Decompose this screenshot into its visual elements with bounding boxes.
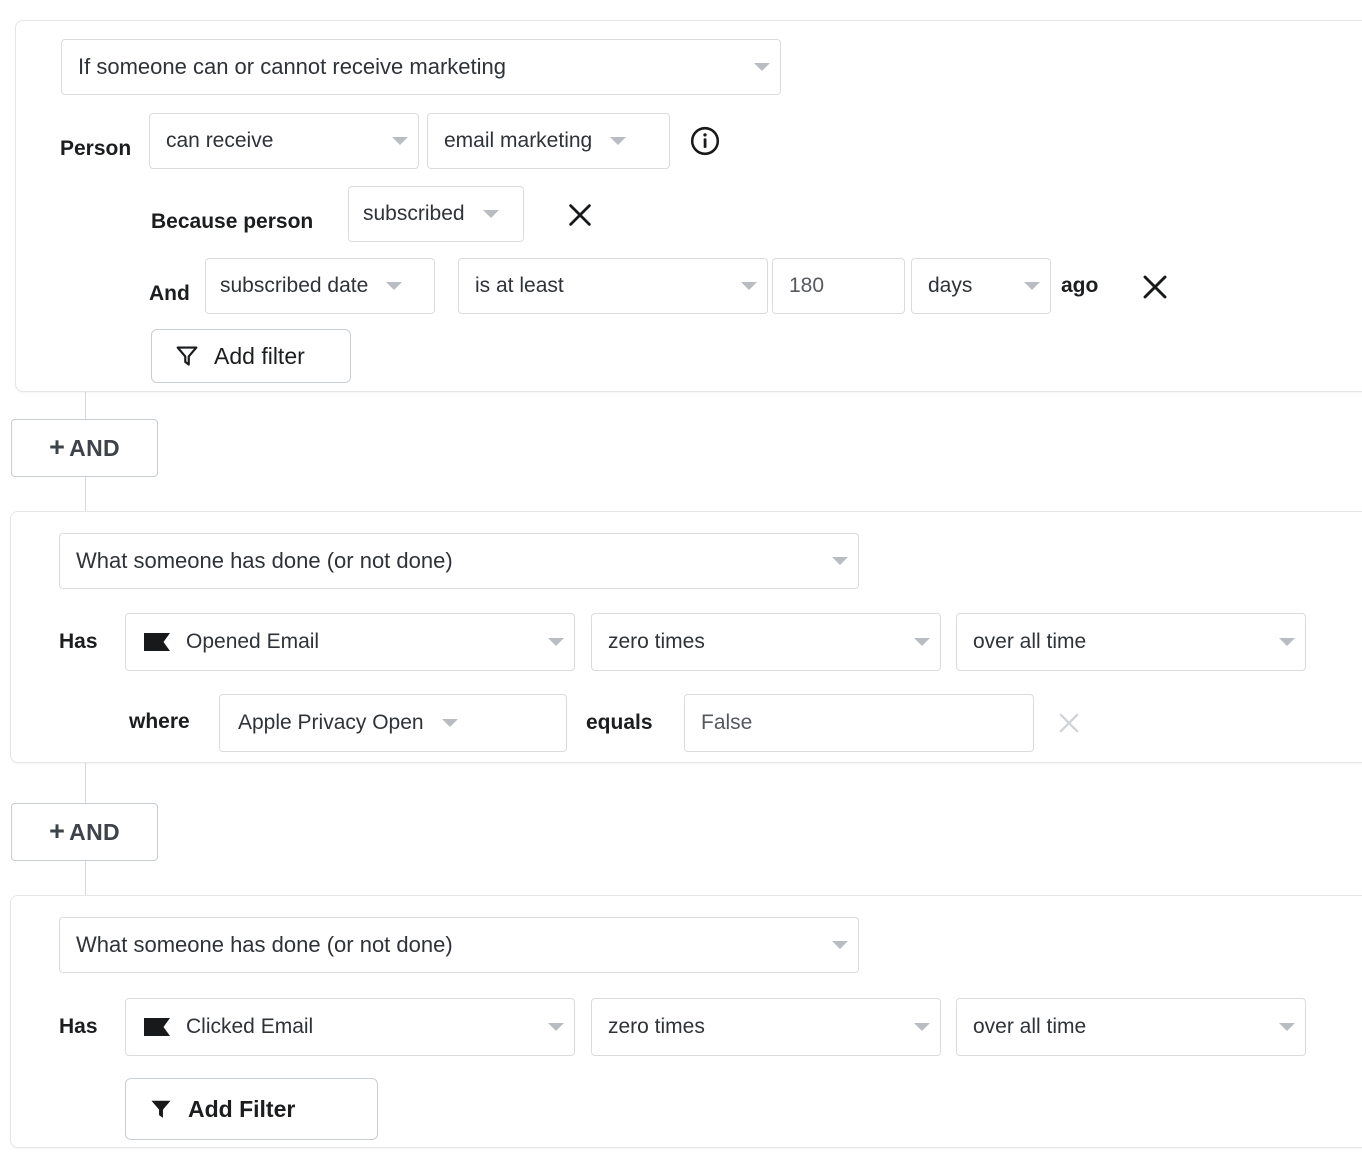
remove-because-person-button[interactable] [564, 199, 596, 231]
plus-icon: + [49, 434, 65, 461]
chevron-down-icon [382, 137, 408, 145]
chevron-down-icon [822, 557, 848, 565]
chevron-down-icon [822, 941, 848, 949]
metric-select-clicked-email-value: Clicked Email [186, 1015, 313, 1039]
group-type-select-1[interactable]: If someone can or cannot receive marketi… [61, 39, 781, 95]
row-label-has-2: Has [59, 999, 98, 1055]
filter-property-value: Apple Privacy Open [238, 711, 424, 735]
date-unit-select[interactable]: days [911, 258, 1051, 314]
frequency-select-2-value: zero times [608, 1015, 705, 1039]
row-label-because-person: Because person [151, 194, 313, 250]
date-amount-value: 180 [789, 274, 824, 298]
date-suffix-ago: ago [1061, 258, 1098, 314]
date-operator-value: is at least [475, 274, 564, 298]
chevron-down-icon [731, 282, 757, 290]
condition-group-card-3: What someone has done (or not done) Has … [10, 895, 1362, 1148]
timeframe-select-1-value: over all time [973, 630, 1086, 654]
chevron-down-icon [538, 1023, 564, 1031]
add-and-group-button-2-label: AND [69, 819, 120, 846]
frequency-select-1-value: zero times [608, 630, 705, 654]
add-and-group-button-1[interactable]: + AND [11, 419, 158, 477]
person-channel-select[interactable]: email marketing [427, 113, 670, 169]
subscribed-date-select[interactable]: subscribed date [205, 258, 435, 314]
date-amount-input[interactable]: 180 [772, 258, 905, 314]
segment-builder-canvas: If someone can or cannot receive marketi… [0, 0, 1362, 1168]
add-and-group-button-2[interactable]: + AND [11, 803, 158, 861]
timeframe-select-2[interactable]: over all time [956, 998, 1306, 1056]
filter-value-input-value: False [701, 711, 752, 735]
frequency-select-1[interactable]: zero times [591, 613, 941, 671]
flag-metric-icon [142, 1014, 172, 1040]
timeframe-select-1[interactable]: over all time [956, 613, 1306, 671]
chevron-down-icon [600, 137, 626, 145]
row-label-where: where [129, 694, 190, 750]
because-person-value: subscribed [363, 202, 465, 226]
chevron-down-icon [1269, 638, 1295, 646]
remove-where-filter-button[interactable] [1054, 708, 1084, 738]
row-label-has-1: Has [59, 614, 98, 670]
date-unit-value: days [928, 274, 972, 298]
add-filter-button-1[interactable]: Add filter [151, 329, 351, 383]
chevron-down-icon [1269, 1023, 1295, 1031]
row-label-and: And [149, 266, 190, 322]
chevron-down-icon [904, 638, 930, 646]
metric-select-clicked-email[interactable]: Clicked Email [125, 998, 575, 1056]
chevron-down-icon [432, 719, 458, 727]
add-filter-button-2[interactable]: Add Filter [125, 1078, 378, 1140]
chevron-down-icon [744, 63, 770, 71]
group-type-select-2-value: What someone has done (or not done) [76, 548, 453, 574]
group-type-select-1-value: If someone can or cannot receive marketi… [78, 54, 506, 80]
because-person-select[interactable]: subscribed [348, 186, 524, 242]
remove-and-row-button[interactable] [1138, 270, 1172, 304]
filter-property-select[interactable]: Apple Privacy Open [219, 694, 567, 752]
add-and-group-button-1-label: AND [69, 435, 120, 462]
filter-solid-icon [148, 1096, 174, 1122]
filter-outline-icon [174, 343, 200, 369]
subscribed-date-value: subscribed date [220, 274, 368, 298]
metric-select-opened-email-value: Opened Email [186, 630, 319, 654]
person-permission-select[interactable]: can receive [149, 113, 419, 169]
add-filter-button-1-label: Add filter [214, 343, 305, 370]
filter-operator-label: equals [586, 694, 653, 752]
chevron-down-icon [904, 1023, 930, 1031]
flag-metric-icon [142, 629, 172, 655]
row-label-person: Person [60, 121, 131, 177]
plus-icon: + [49, 818, 65, 845]
info-circle-icon[interactable] [688, 124, 722, 158]
metric-select-opened-email[interactable]: Opened Email [125, 613, 575, 671]
chevron-down-icon [376, 282, 402, 290]
filter-value-input[interactable]: False [684, 694, 1034, 752]
group-type-select-3[interactable]: What someone has done (or not done) [59, 917, 859, 973]
frequency-select-2[interactable]: zero times [591, 998, 941, 1056]
chevron-down-icon [473, 210, 499, 218]
chevron-down-icon [1014, 282, 1040, 290]
date-operator-select[interactable]: is at least [458, 258, 768, 314]
chevron-down-icon [538, 638, 564, 646]
condition-group-card-2: What someone has done (or not done) Has … [10, 511, 1362, 763]
timeframe-select-2-value: over all time [973, 1015, 1086, 1039]
add-filter-button-2-label: Add Filter [188, 1096, 295, 1123]
group-type-select-2[interactable]: What someone has done (or not done) [59, 533, 859, 589]
person-permission-value: can receive [166, 129, 273, 153]
condition-group-card-1: If someone can or cannot receive marketi… [15, 20, 1362, 392]
person-channel-value: email marketing [444, 129, 592, 153]
group-type-select-3-value: What someone has done (or not done) [76, 932, 453, 958]
